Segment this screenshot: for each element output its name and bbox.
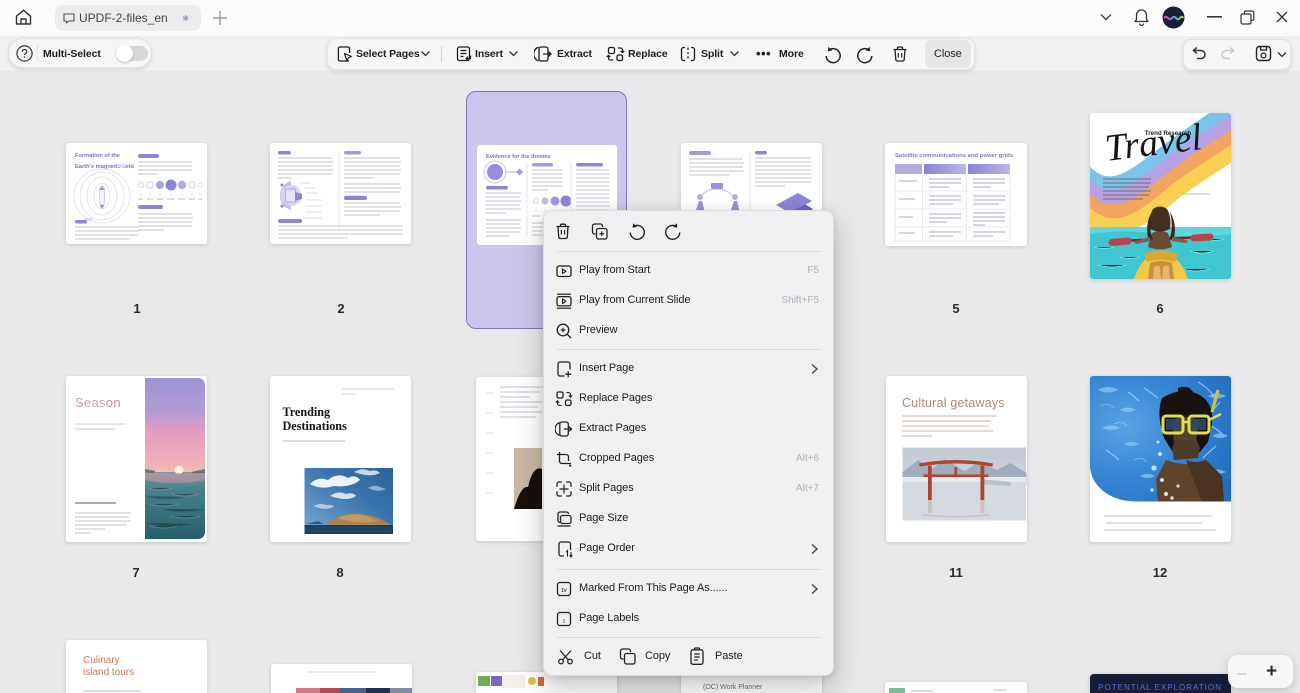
svg-text:Destinations: Destinations bbox=[283, 419, 348, 433]
svg-text:₂: ₂ bbox=[563, 615, 566, 624]
svg-text:Trending: Trending bbox=[283, 405, 331, 419]
svg-text:Satellite communications and p: Satellite communications and power grids bbox=[895, 153, 1014, 159]
svg-text:Cultural getaways: Cultural getaways bbox=[902, 396, 1005, 410]
svg-text:Culinary: Culinary bbox=[83, 655, 120, 666]
svg-text:Formation of the: Formation of the bbox=[75, 153, 120, 159]
svg-text:island tours: island tours bbox=[83, 667, 134, 678]
svg-text:(OC) Work Planner: (OC) Work Planner bbox=[703, 684, 763, 691]
svg-text:Evidence for the themes: Evidence for the themes bbox=[486, 154, 551, 160]
svg-text:ɪᴠ: ɪᴠ bbox=[561, 587, 567, 594]
svg-text:Season: Season bbox=[75, 395, 121, 410]
svg-text:POTENTIAL EXPLORATION: POTENTIAL EXPLORATION bbox=[1098, 683, 1222, 692]
